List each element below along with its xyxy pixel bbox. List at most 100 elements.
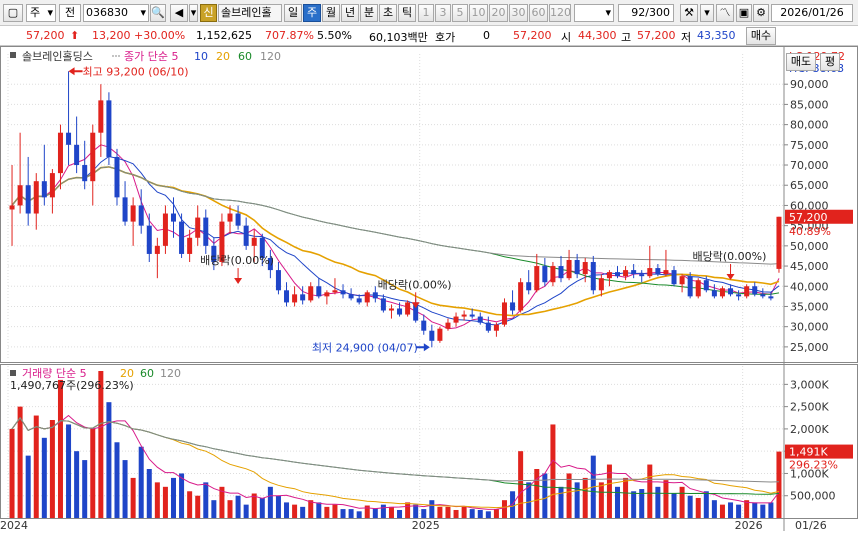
volume-bar	[267, 486, 273, 518]
period-select[interactable]: 주 ▾	[26, 4, 56, 22]
volume: 1,152,625	[196, 29, 252, 42]
volume-bar	[679, 486, 685, 518]
market-select[interactable]: 전	[59, 4, 81, 22]
candle-body	[397, 308, 403, 315]
minute-button-30[interactable]: 30	[509, 4, 528, 22]
volume-bar	[162, 486, 168, 518]
search-icon[interactable]: 🔍	[150, 4, 166, 22]
open-price: 44,300	[578, 29, 617, 42]
volume-bar	[154, 482, 160, 518]
volume-bar	[195, 495, 201, 518]
legend-entry: 120	[260, 50, 281, 63]
period-tab-6[interactable]: 틱	[398, 4, 416, 22]
price-tick-label: 65,000	[790, 179, 829, 192]
candle-body	[251, 237, 257, 246]
volume-bar	[66, 424, 72, 518]
candle-body	[671, 270, 677, 285]
price-tick-label: 75,000	[790, 139, 829, 152]
volume-info: 1,490,767주(296.23%)	[10, 379, 134, 392]
candle-body	[332, 290, 338, 293]
chevron-down-icon[interactable]: ▾	[189, 4, 198, 22]
line-chart-icon[interactable]: 〽	[716, 4, 734, 22]
volume-bar	[566, 473, 572, 518]
candle-body	[324, 292, 330, 297]
volume-tick-label: 2,000K	[790, 423, 829, 436]
candle-body	[57, 132, 63, 174]
volume-bar	[437, 506, 443, 518]
minute-button-3[interactable]: 3	[435, 4, 451, 22]
volume-bar	[477, 509, 483, 518]
period-tab-3[interactable]: 년	[341, 4, 359, 22]
count-input[interactable]: 92/300	[618, 4, 674, 22]
volume-legend-entry: 60	[140, 367, 154, 380]
sell-button[interactable]: 매도	[786, 53, 816, 71]
candle-body	[33, 181, 39, 214]
period-tab-4[interactable]: 분	[360, 4, 378, 22]
candle-body	[453, 316, 459, 323]
volume-bar	[631, 491, 637, 518]
candle-body	[122, 197, 128, 222]
ask-price: 57,200	[513, 29, 552, 42]
low-annotation: 최저 24,900 (04/07)	[312, 341, 418, 354]
candle-body	[760, 294, 766, 297]
high-price: 57,200	[637, 29, 676, 42]
candle-body	[534, 266, 540, 291]
period-select-value: 주	[30, 6, 41, 19]
volume-bar	[736, 504, 742, 518]
price-change: 13,200	[92, 29, 131, 42]
candle-body	[235, 213, 241, 226]
period-tab-5[interactable]: 초	[379, 4, 397, 22]
chart-canvas[interactable]: 90,00085,00080,00075,00070,00065,00060,0…	[0, 46, 858, 532]
turnover: 5.50%	[317, 29, 352, 42]
volume-ratio: 707.87%	[265, 29, 314, 42]
buy-button[interactable]: 매수	[746, 27, 776, 45]
minute-button-1[interactable]: 1	[418, 4, 434, 22]
legend-entry: 20	[216, 50, 230, 63]
date-input[interactable]: 2026/01/26	[771, 4, 853, 22]
high-label: 고	[621, 31, 632, 44]
minute-button-20[interactable]: 20	[489, 4, 508, 22]
candle-body	[388, 308, 394, 311]
legend-entry: 60	[238, 50, 252, 63]
candle-body	[558, 266, 564, 279]
candle-body	[284, 290, 290, 303]
volume-bar	[179, 473, 185, 518]
eval-button[interactable]: 평	[820, 53, 840, 71]
candle-body	[590, 262, 596, 291]
volume-tag-text: 1,491K	[789, 446, 828, 459]
legend-entry: 10	[194, 50, 208, 63]
window-icon[interactable]: ▢	[3, 4, 23, 22]
candle-body	[663, 270, 669, 275]
candle-body	[195, 217, 201, 238]
candle-body	[679, 276, 685, 285]
minute-input[interactable]: ▾	[574, 4, 614, 22]
candle-body	[316, 286, 322, 297]
period-tab-0[interactable]: 일	[284, 4, 302, 22]
indicator-icon[interactable]: ⚒	[680, 4, 698, 22]
candle-body	[154, 245, 160, 254]
code-input[interactable]: 036830 ▾	[83, 4, 149, 22]
minute-button-120[interactable]: 120	[549, 4, 571, 22]
candle-body	[49, 173, 55, 198]
period-tab-2[interactable]: 월	[322, 4, 340, 22]
speaker-icon[interactable]: ◀	[170, 4, 188, 22]
minute-button-10[interactable]: 10	[469, 4, 488, 22]
count-total: /300	[645, 6, 670, 19]
volume-bar	[211, 500, 217, 518]
dividend-annotation: 배당락(0.00%)	[693, 250, 767, 263]
dropdown-icon[interactable]: ▾	[700, 4, 714, 22]
volume-bar	[243, 504, 249, 518]
candle-body	[655, 268, 661, 275]
candle-body	[719, 288, 725, 297]
period-tab-1[interactable]: 주	[303, 4, 321, 22]
minute-button-60[interactable]: 60	[529, 4, 548, 22]
save-icon[interactable]: ▣	[736, 4, 752, 22]
candle-body	[768, 296, 774, 299]
volume-bar	[687, 495, 693, 518]
gear-icon[interactable]: ⚙	[753, 4, 769, 22]
volume-bar	[9, 428, 15, 518]
volume-bar	[615, 486, 621, 518]
volume-bar	[558, 486, 564, 518]
minute-button-5[interactable]: 5	[452, 4, 468, 22]
chevron-down-icon: ▾	[47, 6, 53, 19]
